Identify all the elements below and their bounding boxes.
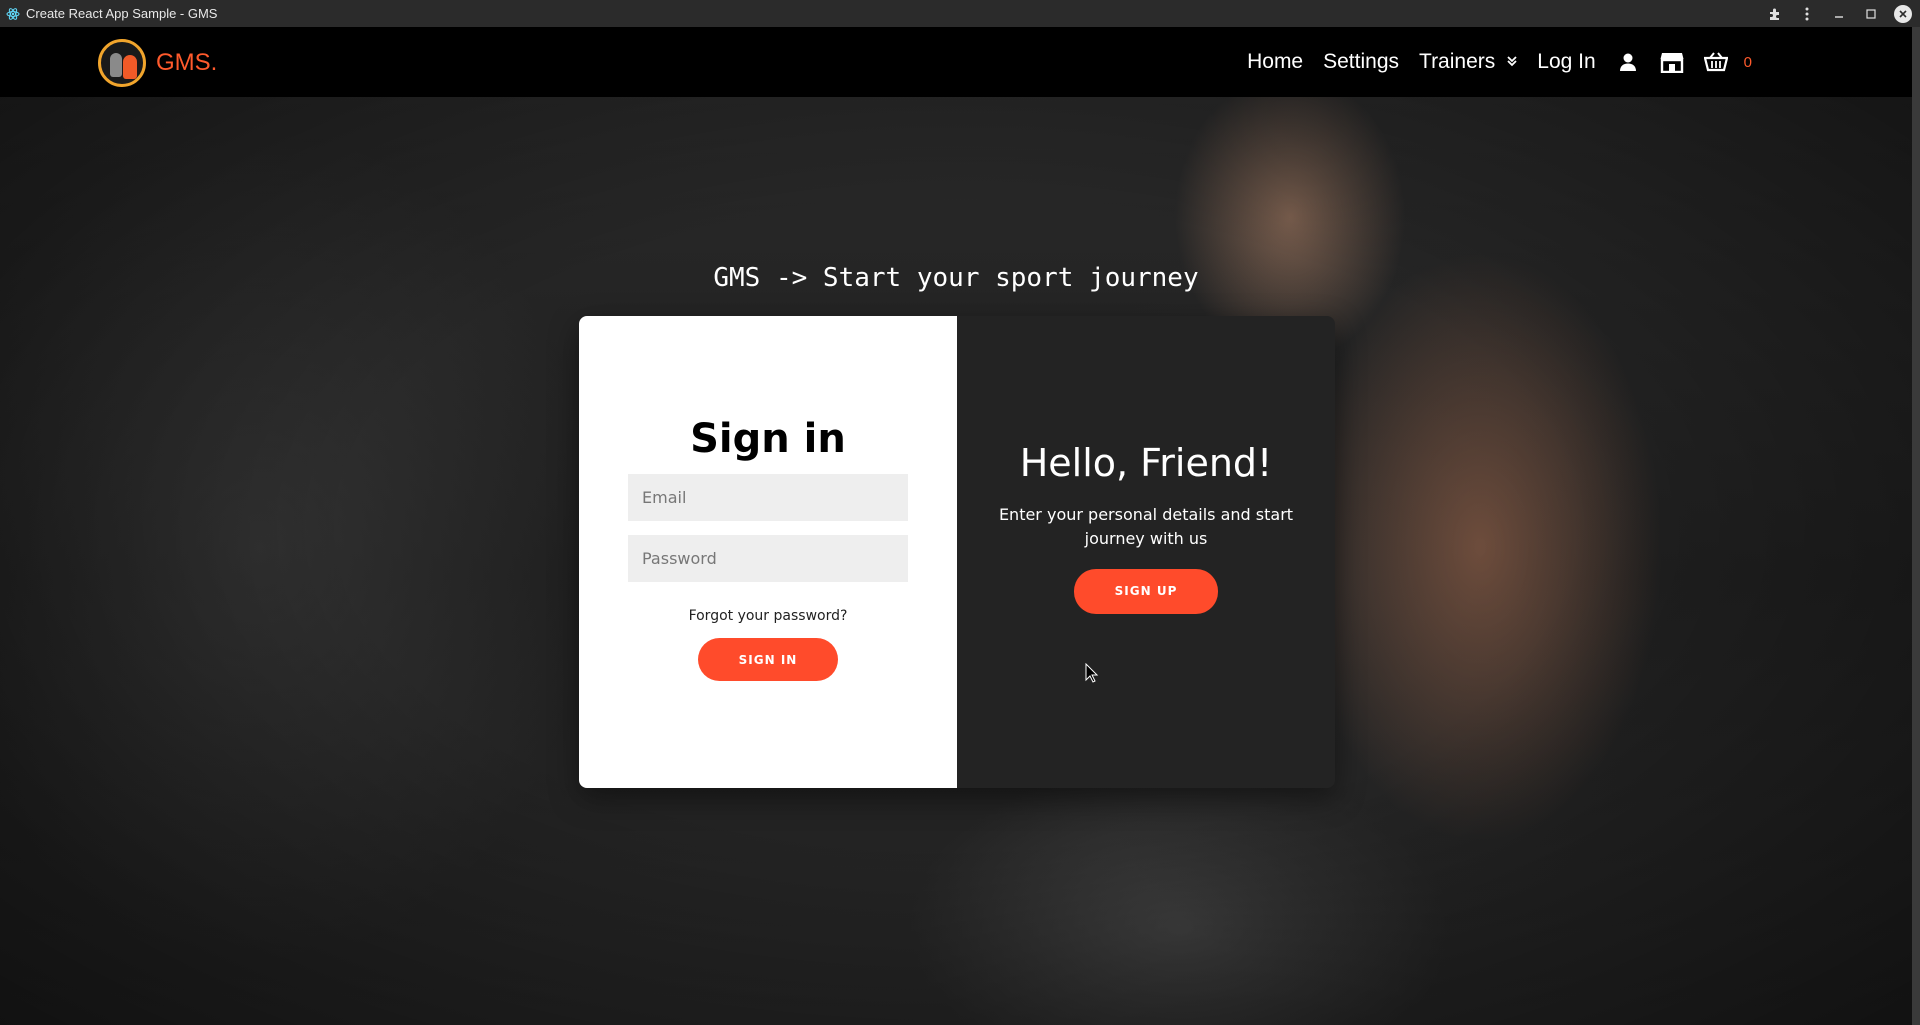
nav-login-link[interactable]: Log In bbox=[1537, 50, 1595, 74]
maximize-icon[interactable] bbox=[1862, 5, 1880, 23]
store-icon[interactable] bbox=[1660, 50, 1684, 74]
react-icon bbox=[6, 7, 20, 21]
more-menu-icon[interactable] bbox=[1798, 5, 1816, 23]
nav-menu: Home Settings Trainers Log In 0 bbox=[1247, 27, 1752, 97]
overlay-title: Hello, Friend! bbox=[1019, 440, 1273, 485]
brand-text: GMS. bbox=[156, 49, 218, 76]
signin-panel: Sign in Forgot your password? SIGN IN bbox=[579, 316, 957, 788]
password-input[interactable] bbox=[628, 535, 908, 582]
signin-title: Sign in bbox=[690, 416, 846, 462]
window-titlebar: Create React App Sample - GMS bbox=[0, 0, 1920, 27]
hero-tagline: GMS -> Start your sport journey bbox=[713, 263, 1199, 293]
nav-settings-link[interactable]: Settings bbox=[1323, 50, 1399, 74]
window-controls bbox=[1766, 0, 1912, 27]
nav-home-link[interactable]: Home bbox=[1247, 50, 1303, 74]
nav-trainers-dropdown[interactable]: Trainers bbox=[1419, 50, 1517, 74]
minimize-icon[interactable] bbox=[1830, 5, 1848, 23]
cart-icon bbox=[1703, 50, 1728, 74]
close-icon[interactable] bbox=[1894, 4, 1912, 23]
nav-trainers-label: Trainers bbox=[1419, 50, 1496, 73]
signin-button[interactable]: SIGN IN bbox=[698, 638, 838, 681]
overlay-text: Enter your personal details and start jo… bbox=[998, 504, 1294, 548]
cart[interactable]: 0 bbox=[1703, 50, 1752, 74]
page-scrollbar[interactable] bbox=[1912, 27, 1920, 1025]
auth-card: Sign in Forgot your password? SIGN IN He… bbox=[579, 316, 1335, 788]
brand[interactable]: GMS. bbox=[98, 39, 217, 87]
mouse-cursor-icon bbox=[1085, 663, 1099, 683]
user-icon[interactable] bbox=[1616, 50, 1640, 74]
navbar: GMS. Home Settings Trainers Log In 0 bbox=[0, 27, 1912, 97]
signup-button[interactable]: SIGN UP bbox=[1074, 568, 1218, 614]
scrollbar-thumb[interactable] bbox=[1912, 27, 1920, 1025]
email-input[interactable] bbox=[628, 474, 908, 521]
forgot-password-link[interactable]: Forgot your password? bbox=[689, 608, 848, 624]
cart-count-badge: 0 bbox=[1743, 53, 1752, 71]
page-background: GMS. Home Settings Trainers Log In 0 GMS… bbox=[0, 27, 1920, 1025]
extensions-icon[interactable] bbox=[1766, 5, 1784, 23]
chevron-double-down-icon bbox=[1507, 55, 1517, 70]
gym-logo-icon bbox=[98, 39, 146, 87]
window-title: Create React App Sample - GMS bbox=[26, 6, 218, 21]
signup-overlay-panel: Hello, Friend! Enter your personal detai… bbox=[957, 316, 1335, 788]
